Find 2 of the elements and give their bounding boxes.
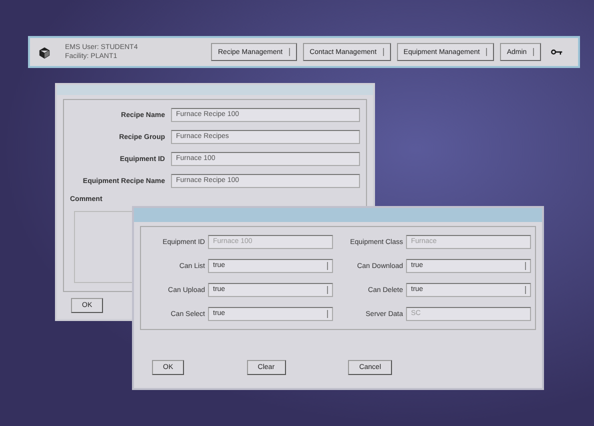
- cube-icon: [38, 46, 51, 58]
- key-icon[interactable]: [550, 48, 563, 56]
